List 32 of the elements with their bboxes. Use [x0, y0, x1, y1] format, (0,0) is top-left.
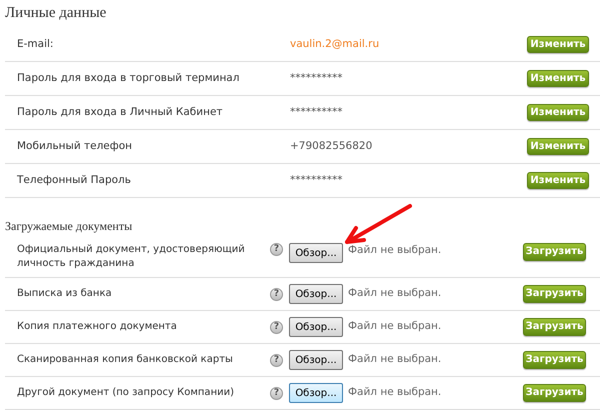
field-label: E-mail:: [16, 36, 54, 52]
file-status: Файл не выбран.: [348, 385, 442, 400]
field-label: Телефонный Пароль: [16, 172, 132, 188]
field-value: **********: [290, 172, 344, 188]
document-label: Выписка из банка: [17, 287, 113, 301]
file-status: Файл не выбран.: [348, 319, 442, 334]
browse-button[interactable]: Обзор...: [289, 317, 343, 337]
email-value: vaulin.2@mail.ru: [290, 36, 380, 52]
section-title: Загружаемые документы: [5, 218, 132, 235]
document-label: Другой документ (по запросу Компании): [17, 386, 236, 400]
browse-button[interactable]: Обзор...: [289, 243, 343, 263]
browse-button[interactable]: Обзор...: [289, 383, 343, 403]
document-label: Сканированная копия банковской карты: [17, 353, 234, 367]
document-label: Официальный документ, удостоверяющий личность гражданина: [17, 243, 246, 271]
field-label: Мобильный телефон: [16, 138, 134, 154]
field-value: **********: [290, 104, 344, 120]
field-label: Пароль для входа в торговый терминал: [16, 70, 240, 86]
help-button[interactable]: ?: [270, 386, 283, 400]
file-status: Файл не выбран.: [348, 352, 442, 368]
help-button[interactable]: ?: [270, 288, 283, 300]
section-title: Личные данные: [4, 4, 108, 23]
file-status: Файл не выбран.: [348, 243, 442, 258]
browse-button[interactable]: Обзор...: [289, 284, 343, 304]
field-value: +79082556820: [290, 138, 374, 154]
field-label: Пароль для входа в Личный Кабинет: [16, 104, 224, 120]
document-label: Копия платежного документа: [17, 320, 178, 334]
help-button[interactable]: ?: [270, 243, 283, 256]
field-value: **********: [290, 70, 344, 86]
file-status: Файл не выбран.: [348, 286, 442, 302]
help-button[interactable]: ?: [270, 354, 283, 366]
browse-button[interactable]: Обзор...: [289, 350, 343, 370]
help-button[interactable]: ?: [270, 320, 283, 334]
